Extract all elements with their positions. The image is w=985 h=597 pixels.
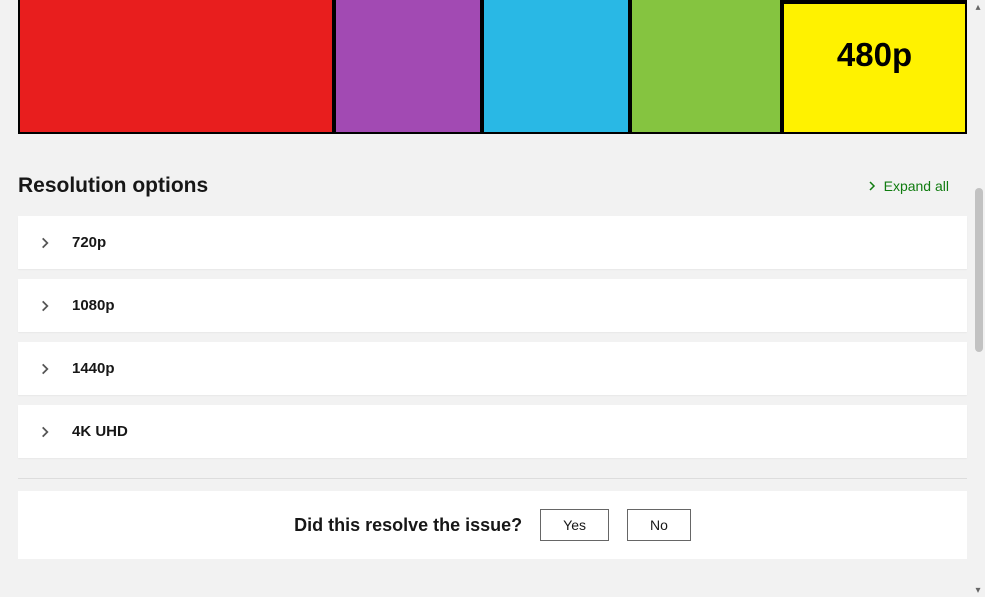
accordion-item-4kuhd[interactable]: 4K UHD [18,405,967,458]
page-content: 480p Resolution options Expand all 720p … [0,0,985,597]
divider [18,478,967,479]
feedback-box: Did this resolve the issue? Yes No [18,491,967,559]
expand-all-label: Expand all [884,178,949,194]
accordion-list: 720p 1080p 1440p 4K UHD [0,216,985,458]
accordion-item-1080p[interactable]: 1080p [18,279,967,332]
diagram-label-480p: 480p [784,36,965,74]
accordion-label: 1080p [72,297,115,314]
diagram-block-red [18,0,334,134]
expand-all-button[interactable]: Expand all [866,178,949,194]
feedback-prompt: Did this resolve the issue? [294,515,522,536]
accordion-item-1440p[interactable]: 1440p [18,342,967,395]
accordion-label: 4K UHD [72,423,128,440]
chevron-right-icon [38,236,52,250]
diagram-block-yellow: 480p [782,0,967,134]
accordion-item-720p[interactable]: 720p [18,216,967,269]
section-header: Resolution options Expand all [0,134,985,216]
scroll-down-icon[interactable]: ▾ [971,583,985,597]
scrollbar-track[interactable]: ▴ ▾ [971,0,985,597]
chevron-right-icon [38,362,52,376]
diagram-block-green [630,0,782,134]
chevron-right-icon [866,180,878,192]
section-title: Resolution options [18,174,208,198]
chevron-right-icon [38,425,52,439]
chevron-right-icon [38,299,52,313]
diagram-block-purple [334,0,482,134]
yes-button[interactable]: Yes [540,509,609,541]
accordion-label: 720p [72,234,106,251]
no-button[interactable]: No [627,509,691,541]
scrollbar-thumb[interactable] [975,188,983,352]
resolution-diagram: 480p [18,0,967,134]
accordion-label: 1440p [72,360,115,377]
diagram-block-blue [482,0,630,134]
scroll-up-icon[interactable]: ▴ [971,0,985,14]
